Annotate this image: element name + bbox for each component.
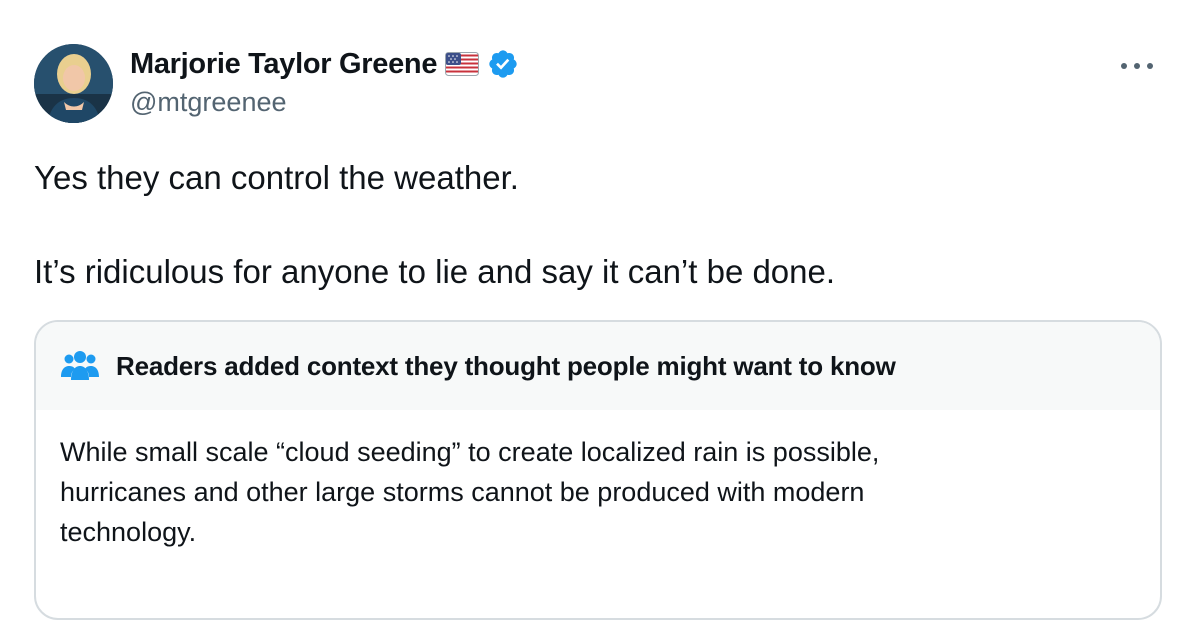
tweet-text-line: Yes they can control the weather.	[34, 159, 519, 196]
author-name-row: Marjorie Taylor Greene	[130, 44, 519, 84]
tweet: Marjorie Taylor Greene @mtgreenee Yes th…	[0, 0, 1200, 620]
verified-badge-icon[interactable]	[487, 48, 519, 80]
community-note-header: Readers added context they thought peopl…	[36, 322, 1160, 410]
more-options-icon	[1121, 63, 1153, 69]
community-note: Readers added context they thought peopl…	[34, 320, 1162, 620]
tweet-text-line: It’s ridiculous for anyone to lie and sa…	[34, 253, 836, 290]
avatar-image	[34, 44, 113, 123]
avatar[interactable]	[34, 44, 113, 123]
community-note-line: hurricanes and other large storms cannot…	[60, 477, 865, 507]
community-note-body: While small scale “cloud seeding” to cre…	[36, 410, 1160, 552]
more-options-button[interactable]	[1112, 54, 1162, 78]
people-icon	[60, 349, 100, 383]
tweet-text: Yes they can control the weather. It’s r…	[34, 154, 1154, 296]
community-note-title: Readers added context they thought peopl…	[116, 350, 896, 381]
author-handle[interactable]: @mtgreenee	[130, 87, 287, 118]
us-flag-icon	[445, 52, 480, 76]
community-note-line: technology.	[60, 517, 197, 547]
community-note-line: While small scale “cloud seeding” to cre…	[60, 437, 880, 467]
author-name[interactable]: Marjorie Taylor Greene	[130, 48, 437, 81]
